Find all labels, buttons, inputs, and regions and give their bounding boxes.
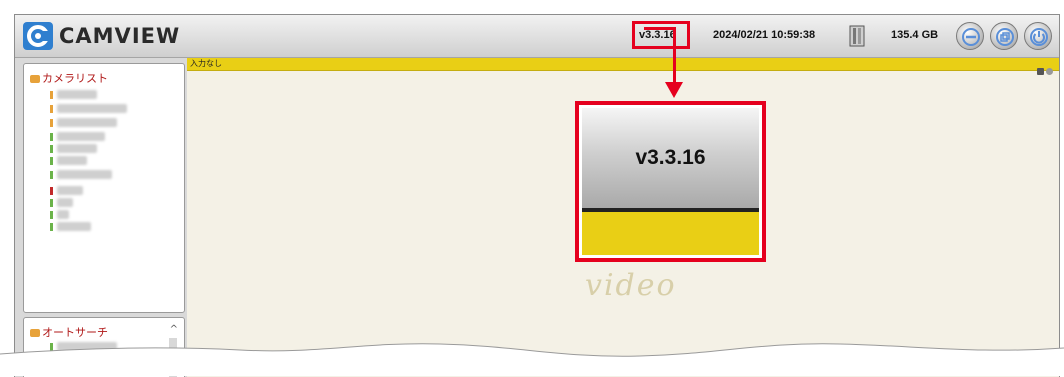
camera-icon[interactable] <box>1037 68 1044 75</box>
power-button[interactable] <box>1024 22 1052 50</box>
camera-list-title: カメラリスト <box>30 70 108 86</box>
camera-list-panel: カメラリスト <box>23 63 185 313</box>
zoom-version-panel: v3.3.16 <box>582 108 759 212</box>
torn-edge <box>0 343 1064 376</box>
disk-free-label: 135.4 GB <box>891 29 939 41</box>
arrow-head <box>665 82 683 98</box>
version-label: v3.3.16 <box>639 29 676 41</box>
version-zoom-callout: v3.3.16 <box>575 101 766 262</box>
arrow-line <box>673 27 676 84</box>
arrow-line <box>644 27 676 30</box>
settings-icon[interactable] <box>1046 68 1053 75</box>
status-icons <box>1035 60 1053 79</box>
power-icon <box>1030 28 1048 46</box>
video-watermark: video <box>585 268 677 303</box>
video-status-text: 入力なし <box>190 59 222 68</box>
zoom-version-label: v3.3.16 <box>635 146 706 169</box>
video-status-bar: 入力なし <box>187 58 1059 75</box>
camera-list-title-label: カメラリスト <box>42 72 108 85</box>
camview-logo-icon <box>23 22 53 50</box>
restore-icon <box>996 28 1014 46</box>
minimize-icon <box>962 28 980 46</box>
app-window: CAMVIEW v3.3.16 2024/02/21 10:59:38 135.… <box>14 14 1060 377</box>
zoom-status-strip <box>582 212 759 255</box>
title-bar: CAMVIEW v3.3.16 2024/02/21 10:59:38 135.… <box>15 15 1059 58</box>
restore-button[interactable] <box>990 22 1018 50</box>
folder-icon <box>30 75 40 83</box>
app-brand: CAMVIEW <box>59 24 181 48</box>
hdd-icon <box>849 25 865 47</box>
minimize-button[interactable] <box>956 22 984 50</box>
datetime-label: 2024/02/21 10:59:38 <box>713 29 816 41</box>
